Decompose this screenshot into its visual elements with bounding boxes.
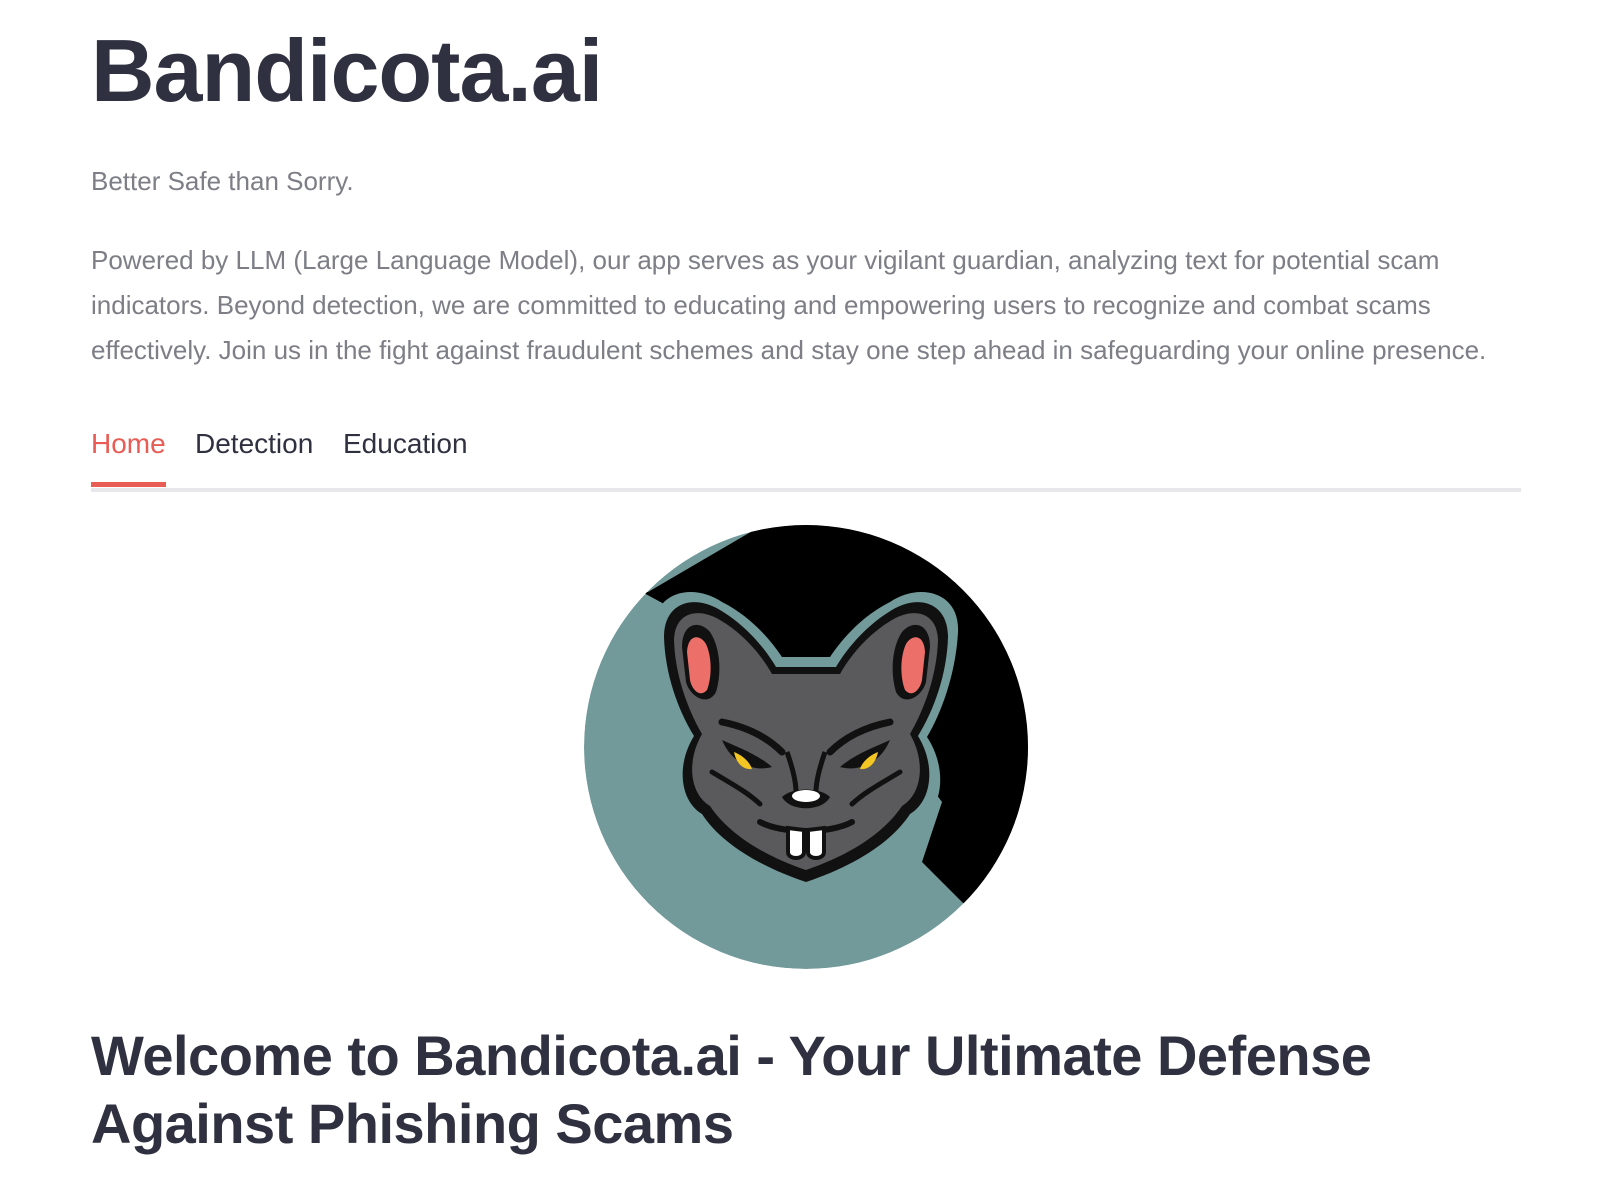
- intro-paragraph: Powered by LLM (Large Language Model), o…: [91, 245, 1487, 365]
- rat-mascot-logo-icon: [582, 522, 1030, 972]
- welcome-heading: Welcome to Bandicota.ai - Your Ultimate …: [91, 1024, 1372, 1155]
- tagline: Better Safe than Sorry.: [91, 166, 354, 196]
- tab-bar: Home Detection Education: [91, 420, 1521, 492]
- app-title: Bandicota.ai: [91, 21, 603, 120]
- tab-home[interactable]: Home: [91, 428, 166, 487]
- tab-education[interactable]: Education: [343, 428, 468, 482]
- tab-detection[interactable]: Detection: [195, 428, 313, 482]
